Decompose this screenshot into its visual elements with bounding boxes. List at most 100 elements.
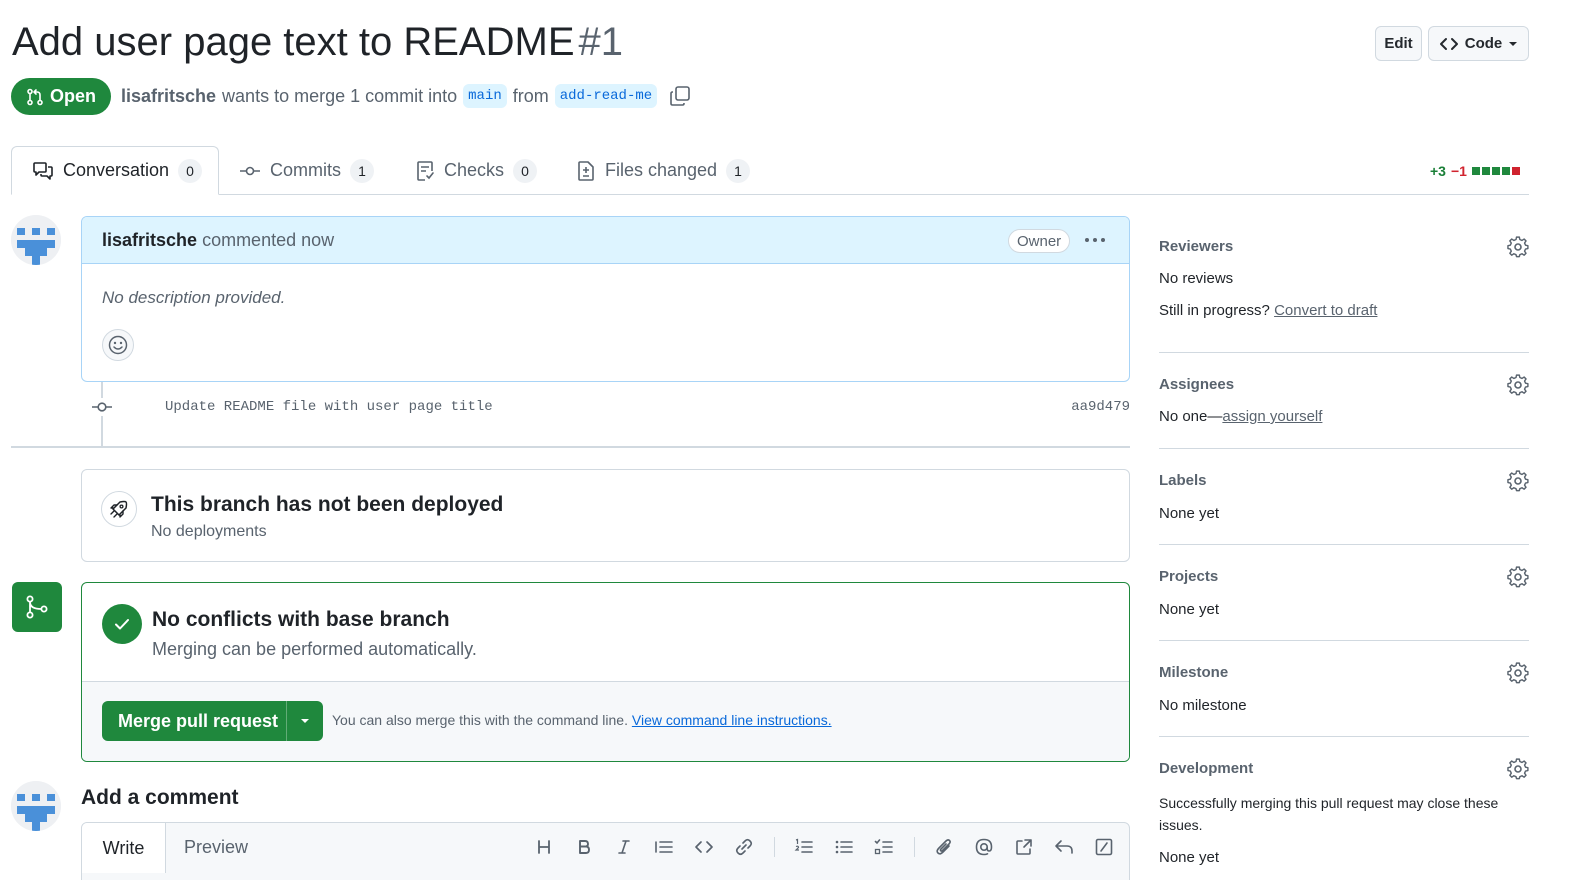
commit-sha[interactable]: aa9d479 (1071, 399, 1130, 415)
comment-card: lisafritsche commented now Owner No desc… (81, 216, 1130, 382)
caret-down-icon (1509, 41, 1518, 46)
pr-meta: lisafritsche wants to merge 1 commit int… (121, 84, 691, 108)
kebab-icon[interactable] (1082, 229, 1108, 251)
slash-command-icon[interactable] (1092, 835, 1116, 859)
owner-badge: Owner (1008, 229, 1071, 253)
sidebar-reviewers: Reviewers No reviews Still in progress? … (1159, 236, 1529, 319)
ordered-list-icon[interactable] (792, 835, 816, 859)
smiley-icon[interactable] (102, 329, 134, 361)
sidebar-assignees: Assignees No one—assign yourself (1159, 374, 1529, 425)
heading-icon[interactable] (532, 835, 556, 859)
command-line-instructions-link[interactable]: View command line instructions. (632, 712, 832, 728)
unordered-list-icon[interactable] (832, 835, 856, 859)
link-icon[interactable] (732, 835, 756, 859)
reply-icon[interactable] (1052, 835, 1076, 859)
reviewers-heading[interactable]: Reviewers (1159, 238, 1529, 255)
timeline-divider (11, 446, 1130, 448)
commit-icon (240, 166, 260, 175)
assignees-none: No one— (1159, 408, 1223, 425)
gear-icon[interactable] (1507, 566, 1529, 588)
checklist-icon (417, 160, 434, 181)
merge-pull-request-button[interactable]: Merge pull request (102, 701, 323, 741)
deployment-subtitle: No deployments (151, 523, 267, 540)
tab-conversation[interactable]: Conversation 0 (11, 146, 219, 195)
pr-number: #1 (578, 20, 624, 64)
pr-title-text: Add user page text to README (12, 20, 575, 64)
commit-message[interactable]: Update README file with user page title (165, 399, 493, 415)
tab-checks-count: 0 (513, 158, 538, 183)
tab-checks[interactable]: Checks 0 (415, 146, 538, 195)
milestone-value: No milestone (1159, 697, 1247, 714)
pr-author-link[interactable]: lisafritsche (121, 86, 216, 107)
tab-conversation-label: Conversation (63, 160, 170, 180)
assign-yourself-link[interactable]: assign yourself (1222, 408, 1322, 425)
merge-button-label: Merge pull request (118, 710, 279, 731)
merge-card: No conflicts with base branch Merging ca… (81, 582, 1130, 762)
base-branch[interactable]: main (463, 84, 507, 108)
task-list-icon[interactable] (872, 835, 896, 859)
sidebar-divider (1159, 448, 1529, 449)
draft-prompt-text: Still in progress? (1159, 302, 1270, 319)
convert-to-draft-link[interactable]: Convert to draft (1274, 302, 1377, 319)
timeline-commit: Update README file with user page title … (91, 396, 1130, 418)
gear-icon[interactable] (1507, 236, 1529, 258)
diffstat-block (1501, 167, 1510, 175)
comment-body: No description provided. (102, 288, 286, 307)
quote-icon[interactable] (652, 835, 676, 859)
tab-conversation-count: 0 (178, 158, 203, 183)
head-branch[interactable]: add-read-me (554, 84, 658, 108)
merge-options-dropdown[interactable] (286, 701, 323, 741)
diffstat-additions: +3 (1430, 163, 1446, 179)
gear-icon[interactable] (1507, 374, 1529, 396)
gear-icon[interactable] (1507, 758, 1529, 780)
tab-checks-label: Checks (444, 160, 505, 180)
draft-prompt: Still in progress? Convert to draft (1159, 302, 1529, 319)
mention-icon[interactable] (972, 835, 996, 859)
merge-status-title: No conflicts with base branch (152, 608, 450, 631)
italic-icon[interactable] (612, 835, 636, 859)
paperclip-icon[interactable] (932, 835, 956, 859)
comment-header: lisafritsche commented now (82, 217, 1129, 264)
merge-note-text: You can also merge this with the command… (332, 712, 628, 728)
sidebar-labels: Labels None yet (1159, 470, 1529, 522)
commit-icon (91, 398, 113, 416)
check-circle-icon (102, 604, 142, 644)
assignees-heading[interactable]: Assignees (1159, 376, 1529, 393)
code-button-label: Code (1464, 35, 1503, 52)
code-icon[interactable] (692, 835, 716, 859)
sidebar-divider (1159, 352, 1529, 353)
tab-files-changed-label: Files changed (605, 160, 718, 180)
diffstat-block (1511, 167, 1520, 175)
merge-status-subtitle: Merging can be performed automatically. (152, 639, 477, 659)
tab-commits-count: 1 (350, 158, 374, 183)
projects-heading[interactable]: Projects (1159, 568, 1529, 585)
gear-icon[interactable] (1507, 470, 1529, 492)
comment-editor: Write Preview (81, 822, 1130, 880)
tab-files-changed[interactable]: Files changed 1 (576, 146, 751, 195)
tab-write[interactable]: Write (82, 823, 166, 873)
toolbar-separator (774, 837, 775, 857)
edit-button[interactable]: Edit (1375, 26, 1422, 61)
sidebar-development: Development Successfully merging this pu… (1159, 758, 1529, 866)
tab-commits[interactable]: Commits 1 (239, 146, 374, 195)
avatar[interactable] (11, 781, 61, 831)
merge-note: You can also merge this with the command… (332, 712, 832, 728)
copy-icon[interactable] (669, 85, 691, 107)
comment-author[interactable]: lisafritsche (102, 230, 197, 251)
labels-heading[interactable]: Labels (1159, 472, 1529, 489)
git-merge-icon (12, 582, 62, 632)
diffstat-block (1471, 167, 1480, 175)
development-heading[interactable]: Development (1159, 760, 1529, 777)
comment-timestamp: commented now (202, 229, 335, 250)
code-button[interactable]: Code (1428, 26, 1529, 61)
file-diff-icon (578, 160, 594, 181)
sidebar-milestone: Milestone No milestone (1159, 662, 1529, 714)
tab-preview[interactable]: Preview (166, 823, 266, 871)
milestone-heading[interactable]: Milestone (1159, 664, 1529, 681)
bold-icon[interactable] (572, 835, 596, 859)
reviewers-value: No reviews (1159, 270, 1234, 287)
tab-commits-label: Commits (270, 160, 341, 180)
avatar[interactable] (11, 215, 61, 265)
gear-icon[interactable] (1507, 662, 1529, 684)
cross-reference-icon[interactable] (1012, 835, 1036, 859)
